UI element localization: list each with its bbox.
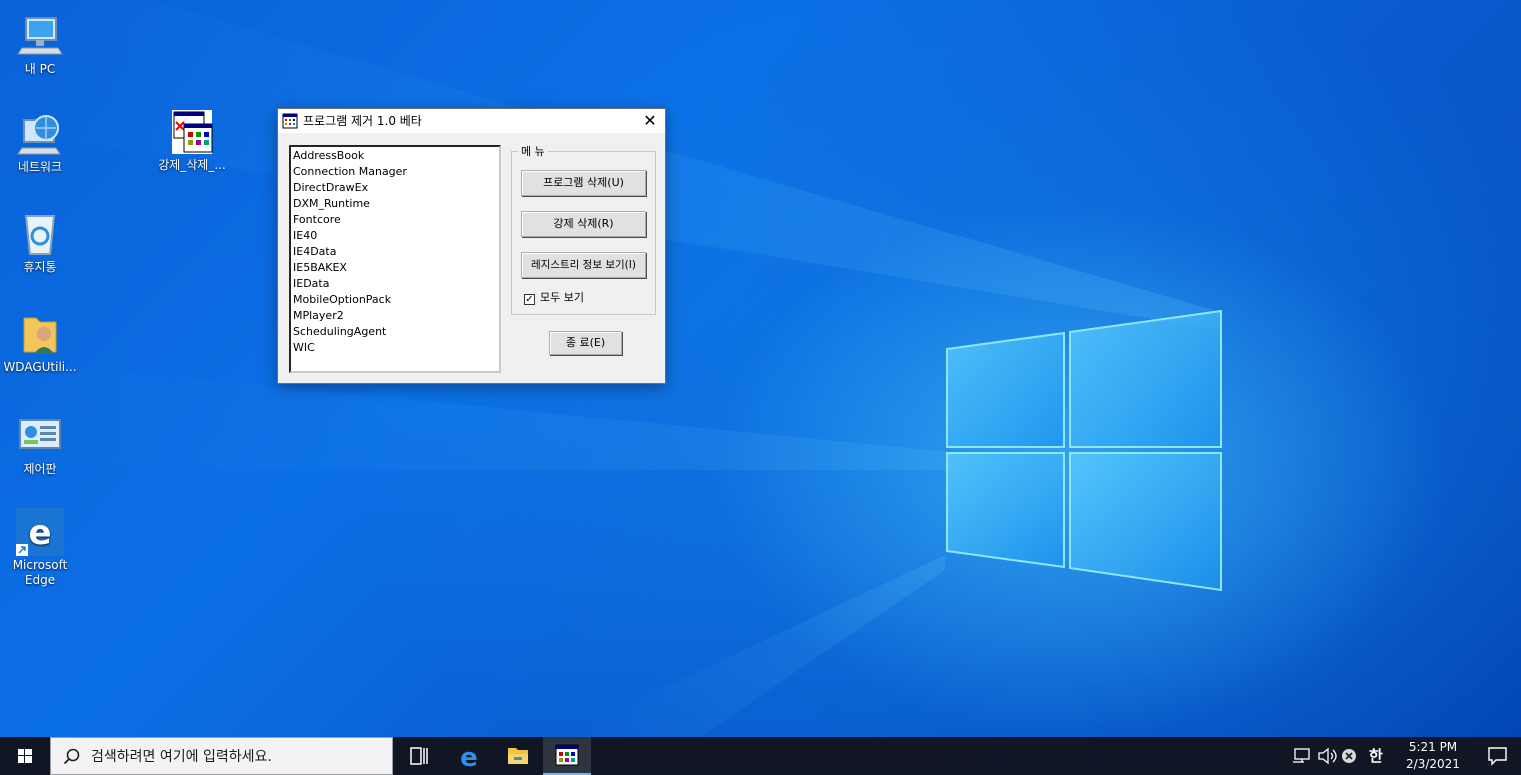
volume-icon <box>1318 747 1337 765</box>
ime-indicator[interactable]: 한 <box>1369 745 1383 765</box>
program-list-item[interactable]: IE4Data <box>293 244 497 260</box>
user-folder-icon <box>16 310 64 358</box>
clock-time: 5:21 PM <box>1408 740 1458 754</box>
view-registry-info-button[interactable]: 레지스트리 정보 보기(I) <box>521 252 646 278</box>
program-list-item[interactable]: WIC <box>293 340 497 356</box>
desktop-icon-label: 휴지통 <box>23 260 57 274</box>
desktop-icon-control-panel[interactable]: 제어판 <box>1 412 79 477</box>
program-list-item[interactable]: MobileOptionPack <box>293 292 497 308</box>
desktop-icon-network[interactable]: 네트워크 <box>1 110 79 175</box>
close-circle-icon <box>1342 749 1356 763</box>
show-all-label: 모두 보기 <box>540 291 584 304</box>
desktop-icon-force-uninstall[interactable]: 강제_삭제_... <box>153 108 231 173</box>
desktop-icon-label: WDAGUtili... <box>3 360 77 374</box>
tray-network-icon[interactable] <box>1292 746 1312 766</box>
svg-text:e: e <box>460 743 478 773</box>
desktop-icon-label: 네트워크 <box>17 160 63 174</box>
desktop-icon-label: 제어판 <box>23 462 57 476</box>
desktop-icon-label: Microsoft Edge <box>12 558 68 587</box>
desktop-icon-edge[interactable]: e Microsoft Edge <box>1 508 79 588</box>
force-delete-button[interactable]: 강제 삭제(R) <box>521 211 646 237</box>
program-list-item[interactable]: IE40 <box>293 228 497 244</box>
edge-icon: e <box>460 743 478 773</box>
system-clock[interactable]: 5:21 PM 2/3/2021 <box>1398 739 1468 773</box>
program-list-item[interactable]: DXM_Runtime <box>293 196 497 212</box>
search-icon <box>63 748 80 765</box>
program-list-item[interactable]: Fontcore <box>293 212 497 228</box>
window-titlebar[interactable]: 프로그램 제거 1.0 베타 ✕ <box>278 109 665 133</box>
clock-date: 2/3/2021 <box>1406 757 1460 771</box>
windows-logo <box>946 309 1222 592</box>
desktop-icon-label: 강제_삭제_... <box>158 158 226 172</box>
program-shortcut-icon <box>555 744 579 766</box>
windows-start-icon <box>18 749 32 763</box>
program-shortcut-icon <box>168 108 216 156</box>
window-title: 프로그램 제거 1.0 베타 <box>303 114 422 128</box>
taskbar-file-explorer-button[interactable] <box>494 737 542 775</box>
task-view-button[interactable] <box>395 737 443 775</box>
taskbar-edge-button[interactable]: e <box>445 737 493 775</box>
program-listbox[interactable]: AddressBook Connection Manager DirectDrawE… <box>289 145 501 373</box>
program-removal-window: 프로그램 제거 1.0 베타 ✕ AddressBook Connection M… <box>277 108 666 384</box>
network-icon <box>16 110 64 158</box>
show-all-checkbox[interactable]: ✓ 모두 보기 <box>524 289 584 305</box>
program-list-item[interactable]: MPlayer2 <box>293 308 497 324</box>
edge-icon: e <box>16 508 64 556</box>
exit-button[interactable]: 종 료(E) <box>549 331 622 355</box>
tray-volume-icon[interactable] <box>1317 746 1339 766</box>
program-list-item[interactable]: DirectDrawEx <box>293 180 497 196</box>
uninstall-program-button[interactable]: 프로그램 삭제(U) <box>521 170 646 196</box>
program-list-item[interactable]: Connection Manager <box>293 164 497 180</box>
close-button[interactable]: ✕ <box>635 109 665 133</box>
desktop: 내 PC 네트워크 휴지통 WDAGUtili... 제어판 e Microso… <box>0 0 1521 737</box>
control-panel-icon <box>16 412 64 460</box>
desktop-icon-label: 내 PC <box>24 62 56 76</box>
program-list-item[interactable]: AddressBook <box>293 148 497 164</box>
task-view-icon <box>410 747 428 765</box>
menu-groupbox: 메 뉴 프로그램 삭제(U) 강제 삭제(R) 레지스트리 정보 보기(I) ✓… <box>511 143 656 315</box>
taskbar: 검색하려면 여기에 입력하세요. e 한 5:21 PM 2/3/2021 <box>0 737 1521 775</box>
recycle-bin-icon <box>16 210 64 258</box>
menu-legend: 메 뉴 <box>518 143 548 159</box>
search-placeholder: 검색하려면 여기에 입력하세요. <box>91 749 272 765</box>
program-list-item[interactable]: IEData <box>293 276 497 292</box>
taskbar-program-removal-button[interactable] <box>543 737 591 775</box>
checkbox-check-icon[interactable]: ✓ <box>524 294 535 305</box>
desktop-icon-recycle-bin[interactable]: 휴지통 <box>1 210 79 275</box>
notification-icon <box>1488 747 1507 766</box>
app-icon <box>282 113 298 129</box>
start-button[interactable] <box>0 737 50 775</box>
desktop-icon-user-folder[interactable]: WDAGUtili... <box>1 310 79 375</box>
file-explorer-icon <box>508 748 528 764</box>
desktop-icon-this-pc[interactable]: 내 PC <box>1 12 79 77</box>
program-list-item[interactable]: SchedulingAgent <box>293 324 497 340</box>
this-pc-icon <box>16 12 64 60</box>
svg-text:e: e <box>28 513 51 553</box>
tray-status-icon[interactable] <box>1341 746 1359 766</box>
network-icon <box>1293 748 1310 763</box>
search-box[interactable]: 검색하려면 여기에 입력하세요. <box>50 737 393 775</box>
notification-center-button[interactable] <box>1474 737 1521 775</box>
program-list-item[interactable]: IE5BAKEX <box>293 260 497 276</box>
